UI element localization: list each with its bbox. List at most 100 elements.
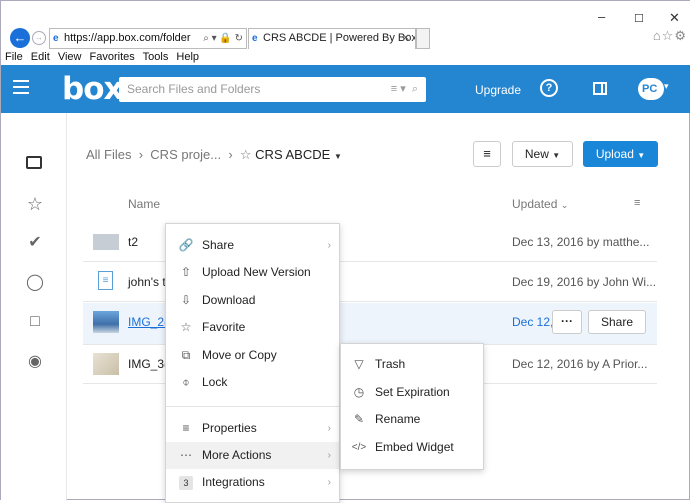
menu-item-trash[interactable]: ▽ Trash (341, 351, 483, 378)
menu-divider (166, 406, 339, 407)
image-thumbnail (93, 353, 119, 375)
list-view-icon[interactable]: ≡ (634, 197, 640, 209)
close-tab-icon[interactable]: ✕ (402, 29, 410, 48)
menu-favorites[interactable]: Favorites (90, 51, 135, 63)
app-header: box Search Files and Folders ≡ ▾ ⌕ Upgra… (1, 65, 690, 113)
chat-icon[interactable]: □ (26, 313, 44, 331)
lock-icon: ⌽ (182, 375, 190, 389)
left-nav: ☆ ✔ ◯ □ ◉ (1, 113, 67, 501)
avatar[interactable]: PC (638, 78, 664, 100)
column-updated-label: Updated (512, 197, 558, 211)
sidebar-toggle-icon[interactable] (593, 82, 607, 95)
favorite-star-icon[interactable]: ☆ (240, 147, 252, 162)
new-label: New (524, 147, 549, 161)
file-updated: Dec 12, (512, 315, 554, 329)
ie-icon: e (252, 33, 258, 44)
new-button[interactable]: New ▼ (512, 141, 573, 167)
user-icon[interactable]: ◉ (26, 353, 44, 371)
browser-chrome: – ☐ ✕ ← → e https://app.box.com/folder ⌕… (1, 1, 690, 65)
menu-help[interactable]: Help (176, 51, 199, 63)
notes-button[interactable]: ≡ (473, 141, 501, 167)
forward-icon[interactable]: → (32, 31, 46, 45)
breadcrumb-parent[interactable]: CRS proje... (150, 147, 221, 162)
menu-item-download[interactable]: ⇩ Download (166, 287, 339, 314)
column-name[interactable]: Name (128, 197, 160, 211)
help-icon[interactable]: ? (540, 79, 558, 97)
link-icon: 🔗 (178, 238, 194, 252)
menu-item-favorite[interactable]: ☆ Favorite (166, 314, 339, 341)
checkmark-circle-icon[interactable]: ✔ (26, 234, 44, 252)
column-updated[interactable]: Updated ⌄ (512, 197, 568, 211)
menu-item-more-actions[interactable]: ⋯ More Actions › (166, 442, 339, 469)
breadcrumb: All Files › CRS proje... › ☆ CRS ABCDE ▼ (86, 147, 342, 162)
ellipsis-icon: ⋯ (180, 448, 192, 462)
search-input[interactable]: Search Files and Folders ≡ ▾ ⌕ (119, 77, 426, 102)
menu-edit[interactable]: Edit (31, 51, 50, 63)
menu-file[interactable]: File (5, 51, 23, 63)
file-name[interactable]: IMG_3( (128, 357, 168, 371)
address-text: https://app.box.com/folder (64, 32, 191, 44)
upload-button[interactable]: Upload ▼ (583, 141, 658, 167)
menu-item-rename[interactable]: ✎ Rename (341, 406, 483, 433)
file-name[interactable]: john's t (128, 275, 166, 289)
browser-window: – ☐ ✕ ← → e https://app.box.com/folder ⌕… (0, 0, 690, 503)
pencil-icon: ✎ (353, 412, 365, 426)
breadcrumb-all-files[interactable]: All Files (86, 147, 132, 162)
address-bar[interactable]: e https://app.box.com/folder ⌕ ▾ 🔒 ↻ (49, 28, 247, 49)
hamburger-icon[interactable] (13, 80, 29, 94)
search-placeholder: Search Files and Folders (127, 82, 261, 96)
file-name[interactable]: t2 (128, 235, 138, 249)
star-icon: ☆ (180, 320, 192, 334)
copy-icon: ⧉ (181, 348, 191, 362)
box-logo[interactable]: box (62, 71, 123, 107)
star-icon[interactable]: ☆ (26, 195, 44, 213)
upload-label: Upload (595, 147, 634, 161)
menu-item-share[interactable]: 🔗 Share › (166, 232, 339, 259)
more-options-button[interactable]: ··· (552, 310, 582, 334)
back-icon[interactable]: ← (10, 28, 30, 48)
context-menu: 🔗 Share › ⇧ Upload New Version ⇩ Downloa… (165, 223, 340, 503)
menu-view[interactable]: View (58, 51, 82, 63)
integrations-count-badge: 3 (178, 469, 194, 496)
browser-menubar: File Edit View Favorites Tools Help (1, 49, 690, 65)
chevron-right-icon: › (327, 477, 331, 488)
new-tab-button[interactable] (416, 28, 430, 49)
browser-tab[interactable]: e CRS ABCDE | Powered By Box ✕ (248, 28, 416, 49)
folder-icon[interactable] (26, 156, 42, 169)
image-thumbnail (93, 311, 119, 333)
file-updated: Dec 13, 2016 by matthe... (512, 235, 650, 249)
menu-item-upload-new-version[interactable]: ⇧ Upload New Version (166, 259, 339, 286)
chevron-down-icon[interactable]: ▼ (334, 152, 342, 161)
file-name[interactable]: IMG_2( (128, 315, 168, 329)
trash-icon: ▽ (354, 357, 364, 371)
menu-item-embed-widget[interactable]: </> Embed Widget (341, 434, 483, 461)
maximize-icon[interactable]: ☐ (634, 12, 644, 25)
share-button[interactable]: Share (588, 310, 646, 334)
menu-item-move-or-copy[interactable]: ⧉ Move or Copy (166, 342, 339, 369)
chevron-right-icon: › (327, 240, 331, 251)
minimize-icon[interactable]: – (598, 9, 605, 24)
menu-tools[interactable]: Tools (143, 51, 169, 63)
menu-item-lock[interactable]: ⌽ Lock (166, 369, 339, 396)
upgrade-link[interactable]: Upgrade (475, 83, 521, 97)
address-actions-icon[interactable]: ⌕ ▾ 🔒 ↻ (203, 29, 243, 48)
file-updated: Dec 12, 2016 by A Prior... (512, 357, 648, 371)
trash-icon[interactable]: ◯ (26, 274, 44, 292)
chevron-down-icon[interactable]: ▾ (664, 81, 669, 92)
menu-item-set-expiration[interactable]: ◷ Set Expiration (341, 379, 483, 406)
close-window-icon[interactable]: ✕ (669, 10, 680, 26)
page-title[interactable]: CRS ABCDE (255, 147, 330, 162)
alarm-clock-icon: ◷ (353, 385, 365, 399)
search-icon[interactable]: ≡ ▾ ⌕ (391, 77, 418, 102)
ie-icon: e (53, 33, 59, 44)
tab-title: CRS ABCDE | Powered By Box (263, 32, 416, 44)
download-icon: ⇩ (180, 293, 192, 307)
list-icon: ≡ (182, 421, 190, 435)
menu-item-properties[interactable]: ≡ Properties › (166, 415, 339, 442)
code-icon: </> (351, 442, 367, 453)
menu-item-integrations[interactable]: 3 Integrations › (166, 469, 339, 496)
chevron-right-icon: › (327, 450, 331, 461)
file-updated: Dec 19, 2016 by John Wi... (512, 275, 657, 289)
browser-toolbar-icons[interactable]: ⌂☆⚙ (653, 28, 687, 44)
more-actions-submenu: ▽ Trash ◷ Set Expiration ✎ Rename </> Em… (340, 343, 484, 470)
